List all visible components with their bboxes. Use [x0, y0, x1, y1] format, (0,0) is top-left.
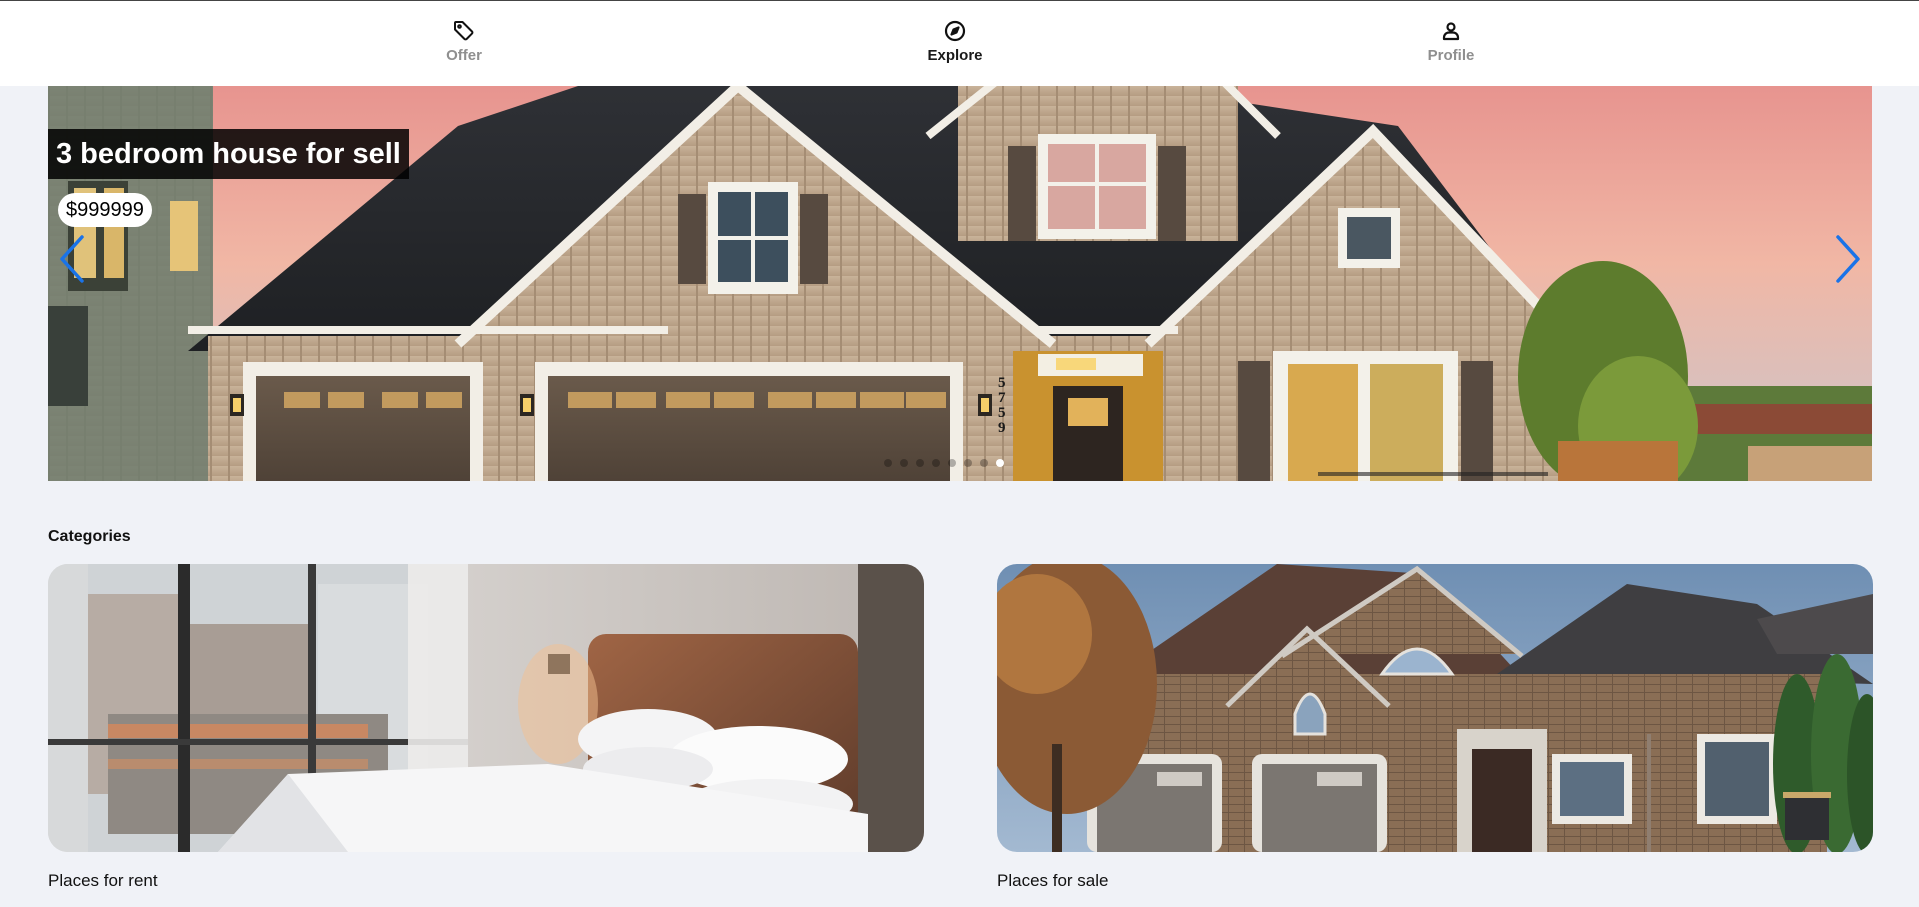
nav-label-profile: Profile — [1427, 47, 1475, 64]
slider-dot[interactable] — [932, 459, 940, 467]
nav-label-offer: Offer — [446, 47, 482, 64]
slider-dot[interactable] — [948, 459, 956, 467]
tag-icon — [454, 21, 474, 41]
nav-item-explore[interactable]: Explore — [895, 19, 1015, 64]
category-card-rent[interactable] — [48, 564, 924, 852]
compass-icon — [944, 20, 966, 42]
category-label-sale[interactable]: Places for sale — [997, 871, 1109, 891]
slider-dot[interactable] — [980, 459, 988, 467]
slider-dot[interactable] — [996, 459, 1004, 467]
nav-item-profile[interactable]: Profile — [1391, 19, 1511, 64]
hero-slider[interactable]: 5759 3 bedroom house for sell $999999 — [48, 86, 1872, 481]
category-card-sale[interactable] — [997, 564, 1873, 852]
bedroom-photo — [48, 564, 924, 852]
top-navigation: Offer Explore Profile — [0, 0, 1919, 86]
brick-house-photo — [997, 564, 1873, 852]
slider-dot[interactable] — [884, 459, 892, 467]
chevron-right-icon[interactable] — [1830, 231, 1866, 287]
slider-dot[interactable] — [964, 459, 972, 467]
hero-title: 3 bedroom house for sell — [48, 129, 409, 179]
nav-item-offer[interactable]: Offer — [404, 19, 524, 64]
category-label-rent[interactable]: Places for rent — [48, 871, 158, 891]
nav-label-explore: Explore — [927, 47, 983, 64]
chevron-left-icon[interactable] — [54, 231, 90, 287]
house-number: 5759 — [998, 375, 1006, 436]
categories-heading: Categories — [48, 528, 131, 545]
hero-price: $999999 — [58, 193, 152, 227]
slider-dot[interactable] — [900, 459, 908, 467]
slider-dot[interactable] — [916, 459, 924, 467]
person-icon — [1442, 22, 1460, 41]
